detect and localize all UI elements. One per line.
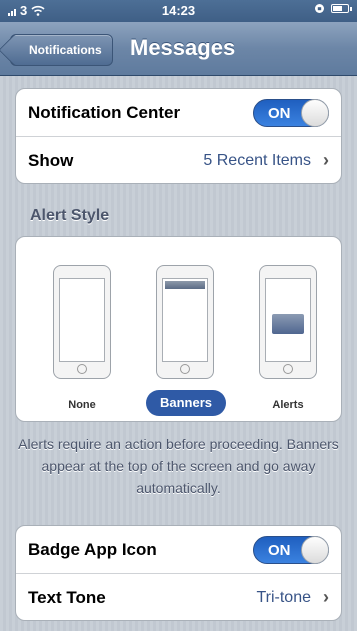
show-value: 5 Recent Items <box>203 152 311 169</box>
alert-preview-icon <box>272 314 304 334</box>
none-option-label[interactable]: None <box>53 399 111 411</box>
chevron-right-icon: › <box>323 150 329 170</box>
back-button[interactable]: Notifications <box>10 34 113 66</box>
notification-center-toggle[interactable]: ON <box>253 99 329 127</box>
badge-app-icon-row: Badge App Icon ON <box>16 526 341 573</box>
phone-screen <box>162 278 208 362</box>
text-tone-row[interactable]: Text Tone Tri-tone › <box>16 573 341 620</box>
badge-sound-group: Badge App Icon ON Text Tone Tri-tone › <box>15 525 342 621</box>
toggle-on-text: ON <box>268 105 291 122</box>
notification-settings-group: Notification Center ON Show 5 Recent Ite… <box>15 88 342 184</box>
back-button-label: Notifications <box>29 43 102 57</box>
alerts-option-label[interactable]: Alerts <box>259 399 317 411</box>
banners-option-phone[interactable] <box>156 265 214 379</box>
page-title: Messages <box>130 35 236 60</box>
battery-icon <box>331 4 352 13</box>
show-row[interactable]: Show 5 Recent Items › <box>16 136 341 183</box>
notification-center-row: Notification Center ON <box>16 89 341 136</box>
banners-option-selected[interactable]: Banners <box>146 390 227 416</box>
chevron-right-icon: › <box>323 587 329 607</box>
navigation-bar: Notifications Messages <box>0 22 357 76</box>
alert-style-description: Alerts require an action before proceedi… <box>18 436 339 496</box>
lock-rotation-icon <box>315 4 324 13</box>
toggle-knob <box>301 99 329 127</box>
phone-screen <box>265 278 311 362</box>
home-button-icon <box>77 364 87 374</box>
notification-center-label: Notification Center <box>28 103 181 122</box>
home-button-icon <box>180 364 190 374</box>
text-tone-label: Text Tone <box>28 588 106 607</box>
alert-style-header: Alert Style <box>30 207 110 224</box>
phone-screen <box>59 278 105 362</box>
banner-preview-icon <box>165 281 205 289</box>
badge-app-icon-toggle[interactable]: ON <box>253 536 329 564</box>
home-button-icon <box>283 364 293 374</box>
toggle-knob <box>301 536 329 564</box>
alert-style-picker: None Banners Alerts <box>15 236 342 422</box>
status-bar: 3 14:23 <box>0 0 357 22</box>
badge-app-icon-label: Badge App Icon <box>28 540 157 559</box>
none-option-phone[interactable] <box>53 265 111 379</box>
show-label: Show <box>28 151 74 170</box>
text-tone-value: Tri-tone <box>256 589 311 606</box>
toggle-on-text: ON <box>268 542 291 559</box>
alerts-option-phone[interactable] <box>259 265 317 379</box>
status-time: 14:23 <box>161 3 196 18</box>
